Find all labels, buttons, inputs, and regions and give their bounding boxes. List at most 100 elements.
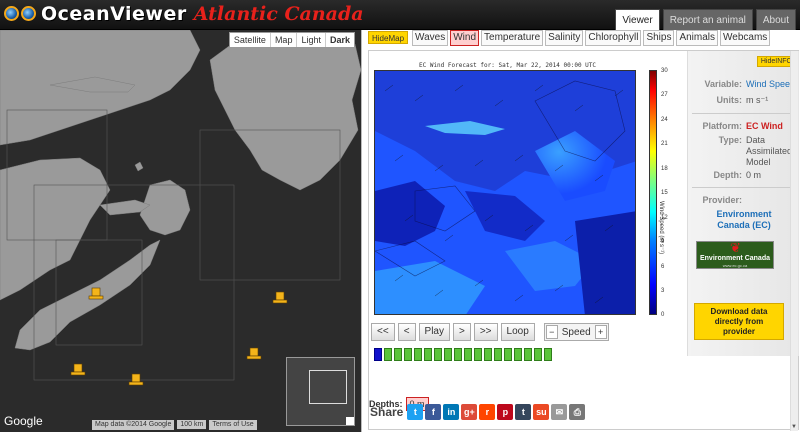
provider-link[interactable]: Canada (EC) [688, 220, 800, 230]
timeline-frame[interactable] [444, 348, 452, 361]
hide-map-button[interactable]: HideMap [368, 31, 409, 44]
timeline-frame[interactable] [434, 348, 442, 361]
loop-button[interactable]: Loop [500, 323, 535, 341]
minimap-viewport[interactable] [309, 370, 347, 404]
tab-report-animal[interactable]: Report an animal [662, 9, 753, 30]
facebook-icon[interactable]: f [425, 404, 442, 420]
timeline-frame[interactable] [454, 348, 462, 361]
download-line: directly from [714, 317, 764, 326]
pinterest-icon[interactable]: p [497, 404, 514, 420]
colorbar-tick: 24 [661, 117, 668, 123]
ec-logo-url: www.ec.gc.ca [722, 263, 748, 268]
scroll-down-icon[interactable]: ▼ [790, 423, 798, 431]
wind-forecast-plot: EC Wind Forecast for: Sat, Mar 22, 2014 … [369, 51, 679, 323]
linkedin-icon[interactable]: in [443, 404, 460, 420]
timeline-frame[interactable] [534, 348, 542, 361]
tab-salinity[interactable]: Salinity [545, 30, 584, 46]
colorbar-tick: 15 [661, 190, 668, 196]
print-icon[interactable]: ⎙ [569, 404, 586, 420]
colorbar-tick: 3 [661, 288, 665, 294]
twitter-icon[interactable]: t [407, 404, 424, 420]
timeline-frame[interactable] [424, 348, 432, 361]
tab-webcams[interactable]: Webcams [720, 30, 771, 46]
map-type-satellite[interactable]: Satellite [230, 33, 271, 47]
variable-tabs: HideMap Waves Wind Temperature Salinity … [368, 30, 771, 46]
maple-leaf-icon: ❦ [730, 240, 741, 255]
timeline-frame[interactable] [404, 348, 412, 361]
map-type-switcher: Satellite Map Light Dark [228, 32, 355, 48]
overview-minimap[interactable] [286, 357, 355, 426]
type-label: Type: [718, 135, 742, 145]
tab-temperature[interactable]: Temperature [481, 30, 544, 46]
tab-animals[interactable]: Animals [676, 30, 719, 46]
timeline-frame[interactable] [474, 348, 482, 361]
tab-viewer[interactable]: Viewer [615, 9, 660, 31]
timeline-frame[interactable] [374, 348, 382, 361]
map-type-dark[interactable]: Dark [326, 33, 354, 47]
email-icon[interactable]: ✉ [551, 404, 568, 420]
reddit-icon[interactable]: r [479, 404, 496, 420]
last-frame-button[interactable]: >> [473, 323, 498, 341]
minimap-toggle[interactable] [346, 417, 354, 425]
tumblr-icon[interactable]: t [515, 404, 532, 420]
download-line: provider [722, 327, 755, 336]
terms-link[interactable]: Terms of Use [209, 420, 257, 430]
logo-subtitle: Atlantic Canada [193, 3, 364, 25]
download-line: Download data [710, 307, 768, 316]
variable-value: Wind Speed [746, 79, 796, 89]
units-value: m s⁻¹ [746, 95, 769, 105]
platform-label: Platform: [702, 121, 742, 131]
depth-value: 0 m [746, 170, 762, 180]
colorbar-tick: 21 [661, 141, 668, 147]
map-view[interactable]: Satellite Map Light Dark Google Map data… [0, 30, 361, 432]
timeline-frame[interactable] [384, 348, 392, 361]
type-value: Model [746, 157, 771, 167]
tab-about[interactable]: About [755, 9, 796, 30]
speed-decrease-button[interactable]: − [545, 325, 558, 339]
scrollbar[interactable]: ▼ [790, 51, 798, 431]
share-bar: Share t f in g+ r p t su ✉ ⎙ [370, 404, 586, 420]
tab-chlorophyll[interactable]: Chlorophyll [585, 30, 642, 46]
units-label: Units: [716, 95, 743, 105]
type-value: Assimilated [746, 146, 793, 156]
provider-label: Provider: [702, 195, 742, 205]
map-footer: Map data ©2014 Google 100 km Terms of Us… [92, 420, 257, 430]
plot-title: EC Wind Forecast for: Sat, Mar 22, 2014 … [419, 62, 597, 69]
variable-label: Variable: [704, 79, 742, 89]
play-button[interactable]: Play [418, 323, 450, 341]
download-data-button[interactable]: Download data directly from provider [694, 303, 784, 340]
timeline-frame[interactable] [394, 348, 402, 361]
stumbleupon-icon[interactable]: su [533, 404, 550, 420]
content-box: EC Wind Forecast for: Sat, Mar 22, 2014 … [368, 50, 800, 431]
google-logo[interactable]: Google [4, 414, 43, 428]
speed-increase-button[interactable]: + [594, 325, 607, 339]
colorbar-tick: 6 [661, 264, 665, 270]
timeline-frame[interactable] [464, 348, 472, 361]
logo-title: OceanViewer [41, 3, 187, 25]
tab-wind[interactable]: Wind [450, 30, 480, 46]
timeline-frame[interactable] [544, 348, 552, 361]
tab-ships[interactable]: Ships [643, 30, 675, 46]
environment-canada-logo[interactable]: ❦ Environment Canada www.ec.gc.ca [696, 240, 774, 269]
googleplus-icon[interactable]: g+ [461, 404, 478, 420]
provider-link[interactable]: Environment [688, 209, 800, 219]
map-type-map[interactable]: Map [271, 33, 298, 47]
timeline-frame[interactable] [484, 348, 492, 361]
tab-waves[interactable]: Waves [412, 30, 449, 46]
next-frame-button[interactable]: > [452, 323, 471, 341]
colorbar-tick: 27 [661, 92, 668, 98]
share-label: Share [370, 405, 404, 419]
timeline-frame[interactable] [524, 348, 532, 361]
type-value: Data [746, 135, 766, 145]
app-header: OceanViewer Atlantic Canada Viewer Repor… [0, 0, 800, 31]
timeline-frame[interactable] [494, 348, 502, 361]
data-panel: HideMap Waves Wind Temperature Salinity … [361, 30, 800, 432]
logo[interactable]: OceanViewer Atlantic Canada [4, 3, 364, 25]
prev-frame-button[interactable]: < [397, 323, 416, 341]
timeline-frame[interactable] [504, 348, 512, 361]
timeline-frame[interactable] [414, 348, 422, 361]
first-frame-button[interactable]: << [371, 323, 395, 341]
map-type-light[interactable]: Light [297, 33, 326, 47]
colorbar-label: Wind Speed (m s⁻¹) [658, 201, 664, 255]
timeline-frame[interactable] [514, 348, 522, 361]
